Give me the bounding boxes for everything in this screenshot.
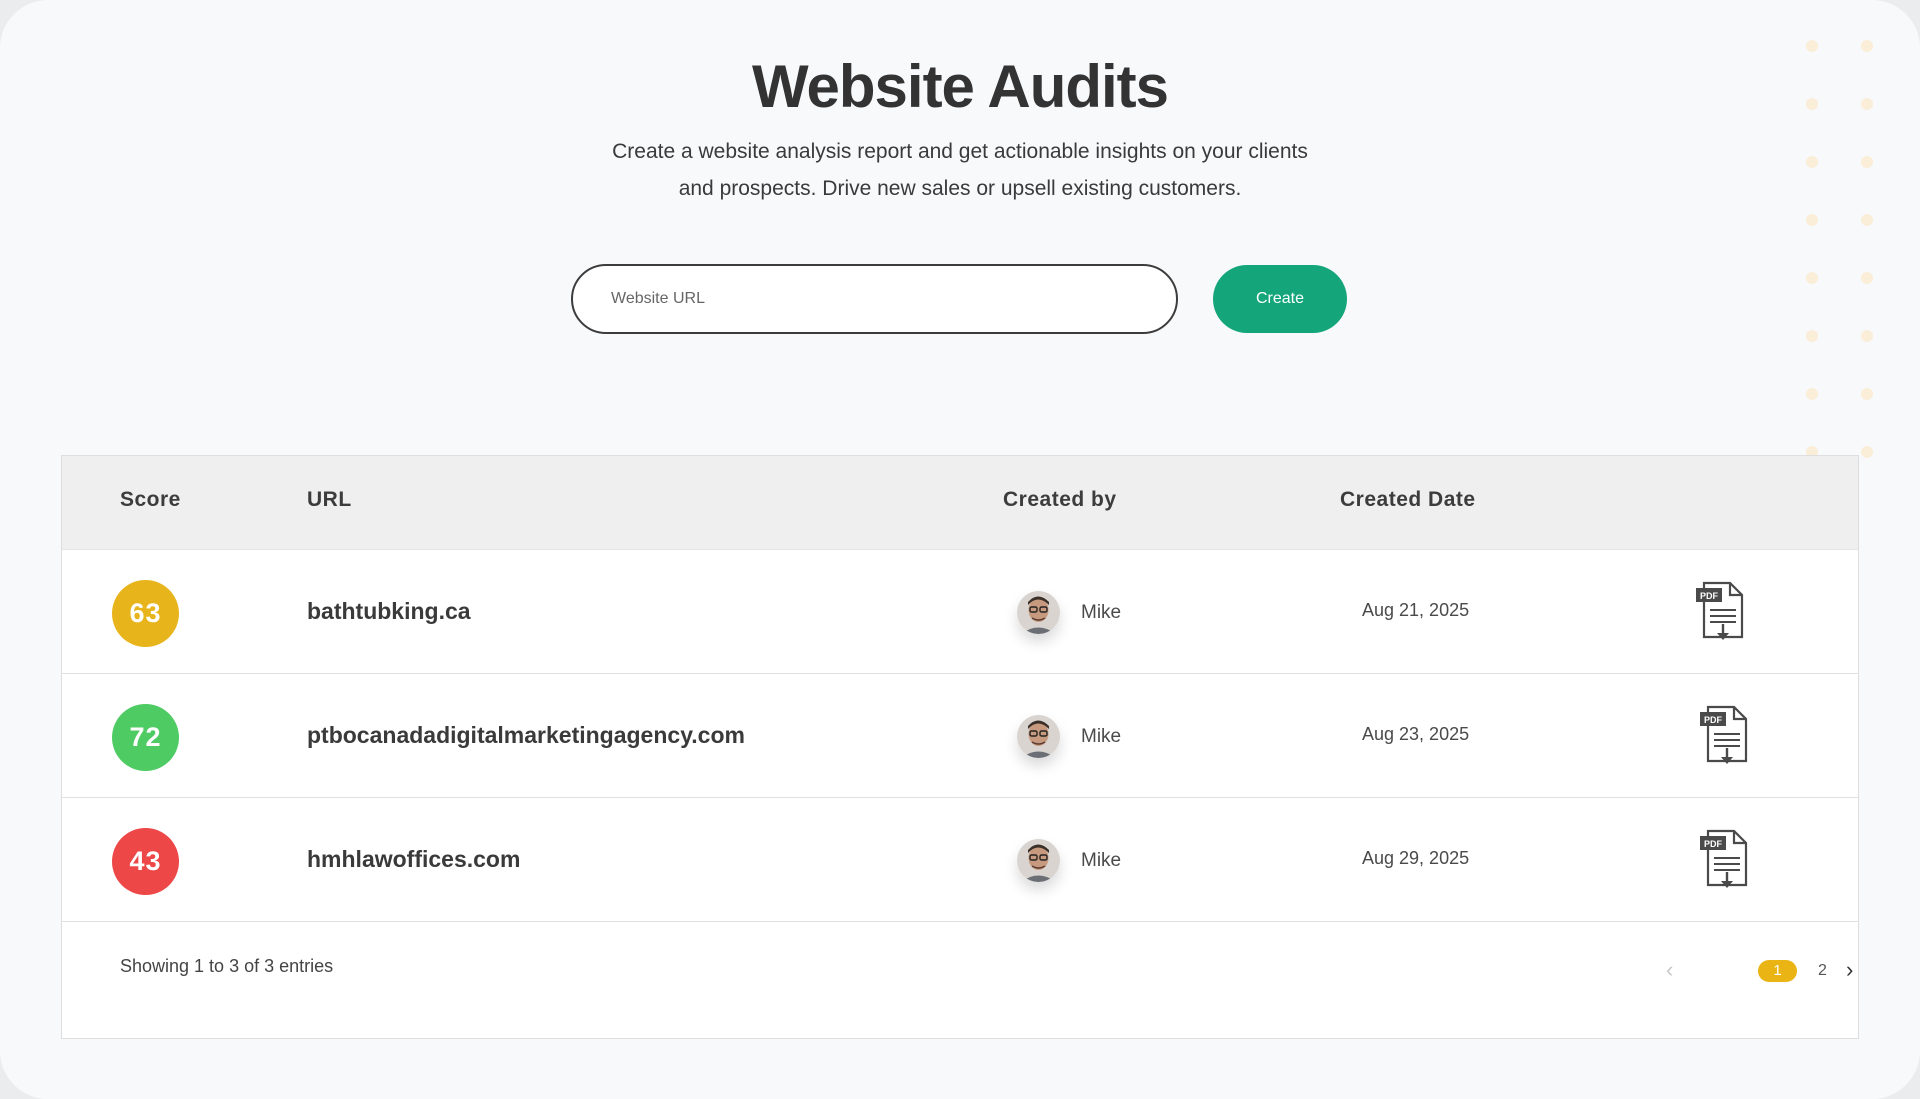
subtitle-line: and prospects. Drive new sales or upsell… [678,177,1242,200]
page-button-1[interactable]: 1 [1758,960,1797,982]
avatar [1017,839,1060,882]
table-row: 63 bathtubking.ca Mike Aug 21, 2025 PDF [62,550,1858,674]
decorative-dot [1861,40,1873,52]
created-by-name: Mike [1081,726,1122,747]
decorative-dot [1861,388,1873,400]
column-header-created-date[interactable]: Created Date [1340,488,1476,512]
column-header-score[interactable]: Score [120,488,181,512]
audit-url[interactable]: bathtubking.ca [307,598,471,625]
score-badge: 63 [112,580,179,647]
pagination: ‹ 1 2 › [1666,958,1853,984]
created-by-name: Mike [1081,850,1122,871]
avatar [1017,715,1060,758]
table-header: Score URL Created by Created Date [62,456,1858,550]
svg-text:PDF: PDF [1704,839,1723,849]
decorative-dot [1806,214,1818,226]
score-badge: 43 [112,828,179,895]
page-card: Website Audits Create a website analysis… [0,0,1920,1099]
avatar-icon [1017,839,1060,882]
decorative-dot [1861,156,1873,168]
created-by-name: Mike [1081,602,1122,623]
table-row: 43 hmhlawoffices.com Mike Aug 29, 2025 P… [62,798,1858,922]
pdf-download-icon[interactable]: PDF [1694,580,1746,642]
created-date: Aug 23, 2025 [1362,724,1470,744]
create-button[interactable]: Create [1213,265,1347,333]
page-subtitle: Create a website analysis report and get… [560,133,1360,207]
decorative-dot [1861,330,1873,342]
created-date: Aug 29, 2025 [1362,848,1470,868]
subtitle-line: Create a website analysis report and get… [612,140,1308,163]
website-url-input[interactable] [571,264,1178,334]
chevron-left-icon[interactable]: ‹ [1666,958,1686,984]
decorative-dot [1861,446,1873,458]
decorative-dot [1861,214,1873,226]
decorative-dot [1806,330,1818,342]
table-row: 72 ptbocanadadigitalmarketingagency.com … [62,674,1858,798]
decorative-dot [1806,40,1818,52]
audit-url[interactable]: hmhlawoffices.com [307,846,520,873]
audits-table: Score URL Created by Created Date 63 bat… [61,455,1859,1039]
column-header-url[interactable]: URL [307,488,352,512]
avatar-icon [1017,591,1060,634]
chevron-right-icon[interactable]: › [1846,958,1866,984]
pdf-download-icon[interactable]: PDF [1698,704,1750,766]
decorative-dot [1861,272,1873,284]
score-badge: 72 [112,704,179,771]
entries-summary: Showing 1 to 3 of 3 entries [120,956,334,976]
svg-text:PDF: PDF [1700,591,1719,601]
svg-text:PDF: PDF [1704,715,1723,725]
column-header-created-by[interactable]: Created by [1003,488,1117,512]
decorative-dot [1806,388,1818,400]
page-button-2[interactable]: 2 [1818,960,1827,982]
audit-url[interactable]: ptbocanadadigitalmarketingagency.com [307,722,745,749]
pdf-download-icon[interactable]: PDF [1698,828,1750,890]
avatar [1017,591,1060,634]
page-title: Website Audits [751,53,1169,120]
avatar-icon [1017,715,1060,758]
decorative-dot [1806,156,1818,168]
created-date: Aug 21, 2025 [1362,600,1470,620]
decorative-dot [1806,272,1818,284]
